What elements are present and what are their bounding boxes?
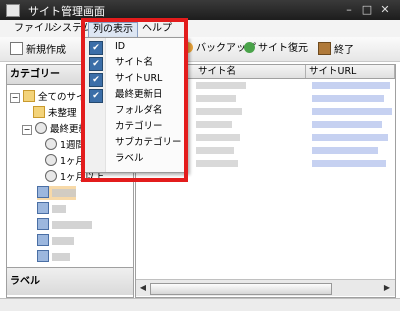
collapse-icon[interactable]: − [22, 125, 32, 135]
redacted-label [52, 205, 66, 213]
redacted-cell [196, 108, 242, 115]
app-icon [6, 4, 20, 17]
tree-item-redacted[interactable] [37, 234, 74, 248]
restore-button[interactable]: □ [360, 3, 374, 16]
scrollbar-thumb[interactable] [150, 283, 332, 295]
clock-icon [45, 138, 57, 150]
title-bar: サイト管理画面 – □ ✕ [0, 0, 400, 20]
toolbar: 新規作成 バックアップ サイト復元 終了 [0, 37, 400, 62]
menu-bar: ファイル システム 列の表示 ヘルプ [0, 20, 400, 38]
tree-item-1week[interactable]: 1週間 [45, 138, 85, 152]
redacted-cell [196, 160, 238, 167]
scroll-right-icon[interactable]: ▶ [381, 282, 393, 293]
collapse-icon[interactable]: − [10, 93, 20, 103]
redacted-cell [312, 82, 390, 89]
scroll-left-icon[interactable]: ◀ [137, 282, 149, 293]
restore-site-button[interactable]: サイト復元 [244, 42, 308, 56]
redacted-cell [312, 95, 384, 102]
exit-button[interactable]: 終了 [318, 42, 354, 56]
label-header: ラベル [7, 267, 133, 295]
redacted-cell [312, 134, 388, 141]
clock-icon [45, 170, 57, 182]
redacted-cell [312, 147, 378, 154]
tree-item-redacted[interactable] [37, 202, 66, 216]
exit-icon [318, 42, 331, 55]
redacted-cell [196, 95, 236, 102]
column-header-site-url[interactable]: サイトURL [306, 65, 395, 78]
tree-item-redacted[interactable] [37, 250, 70, 264]
redacted-label [52, 189, 76, 197]
exit-button-label: 終了 [334, 45, 354, 56]
tree-item-redacted[interactable] [37, 186, 76, 200]
close-button[interactable]: ✕ [378, 3, 392, 16]
window-title: サイト管理画面 [28, 5, 105, 18]
globe-icon [244, 42, 255, 53]
folder-icon [33, 106, 45, 118]
redacted-label [52, 253, 70, 261]
tree-item-last-updated[interactable]: − 最終更新 [22, 122, 88, 136]
folder-icon [23, 90, 35, 102]
database-icon [37, 250, 49, 262]
redacted-label [52, 221, 92, 229]
new-document-icon [10, 42, 23, 55]
highlight-box [81, 18, 188, 182]
redacted-cell [196, 134, 240, 141]
restore-site-label: サイト復元 [258, 43, 308, 54]
new-button-label: 新規作成 [26, 45, 66, 56]
tree-item-redacted[interactable] [37, 218, 92, 232]
redacted-cell [196, 121, 232, 128]
redacted-cell [196, 147, 234, 154]
minimize-button[interactable]: – [342, 3, 356, 16]
horizontal-scrollbar[interactable]: ◀ ▶ [136, 279, 395, 296]
tree-item-label: 未整理 [48, 108, 77, 119]
database-icon [37, 186, 49, 198]
clock-icon [45, 154, 57, 166]
clock-icon [35, 122, 47, 134]
tree-item-1month[interactable]: 1ヶ月 [45, 154, 85, 168]
tree-item-unsorted[interactable]: 未整理 [33, 106, 77, 120]
redacted-cell [312, 160, 386, 167]
redacted-cell [312, 108, 392, 115]
database-icon [37, 202, 49, 214]
database-icon [37, 218, 49, 230]
new-button[interactable]: 新規作成 [10, 42, 66, 56]
redacted-cell [312, 121, 382, 128]
status-bar [0, 298, 400, 311]
redacted-label [52, 237, 74, 245]
redacted-cell [196, 82, 246, 89]
database-icon [37, 234, 49, 246]
